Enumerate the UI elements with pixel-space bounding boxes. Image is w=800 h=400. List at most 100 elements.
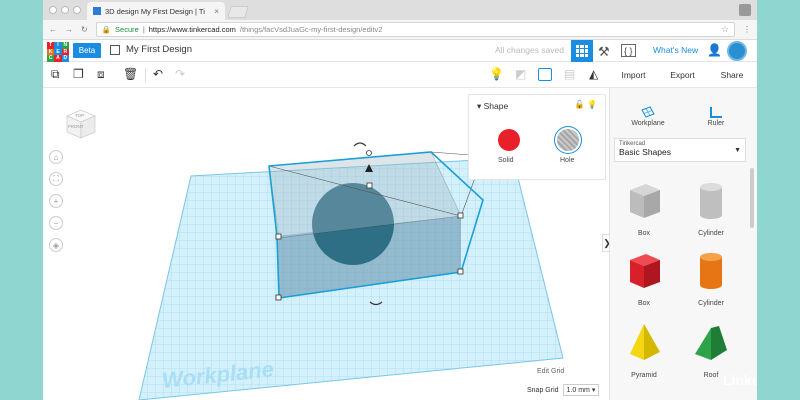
trash-icon[interactable]: 🗑: [123, 67, 138, 81]
lock-icon[interactable]: 🔓: [575, 100, 585, 109]
box-solid-icon: [630, 254, 660, 288]
app-header: T I N K E R C A D Beta My First Design A…: [43, 40, 757, 62]
address-bar: ← → ↻ 🔒 Secure | https://www.tinkercad.c…: [43, 20, 757, 40]
maximize-window-button[interactable]: [73, 6, 81, 14]
share-button[interactable]: Share: [707, 67, 757, 83]
tinkercad-logo[interactable]: T I N K E R C A D: [47, 42, 69, 62]
forward-arrow-icon[interactable]: →: [65, 25, 73, 34]
copy-icon[interactable]: ⧉: [51, 67, 60, 82]
linkedin-watermark: Linkedin: [723, 372, 757, 388]
note-icon[interactable]: ◩: [515, 67, 526, 81]
resize-handle: [275, 233, 282, 240]
tab-strip: 3D design My First Design | Ti ×: [43, 0, 757, 20]
ruler-tool-icon[interactable]: [709, 106, 723, 118]
hole-swatch[interactable]: [557, 129, 579, 151]
logo-letter: C: [47, 55, 55, 62]
tab-title: 3D design My First Design | Ti: [105, 6, 205, 16]
shape-name: Pyramid: [631, 372, 657, 379]
shape-cylinder-hole[interactable]: Cylinder: [686, 178, 736, 237]
duplicate-icon[interactable]: ⧈: [97, 67, 105, 82]
watermark-linked: Linked: [723, 372, 757, 388]
inspector-icons: 🔓 💡: [575, 100, 597, 109]
hole-label: Hole: [560, 157, 575, 164]
new-tab-button[interactable]: [227, 6, 249, 18]
shape-name: Cylinder: [698, 230, 724, 237]
back-arrow-icon[interactable]: ←: [49, 25, 57, 34]
view-cube-front-label: FRONT: [68, 124, 84, 129]
cylinder-hole-icon: [700, 183, 722, 219]
snap-grid-label: Snap Grid: [527, 386, 559, 394]
edit-toolbar: ⧉ ❐ ⧈ 🗑 ↶ ↷ 💡 ◩ ▤ ◭ Import Export Share: [43, 62, 757, 88]
view-cube-top-label: TOP: [75, 113, 84, 118]
light-bulb-icon[interactable]: 💡: [587, 100, 597, 109]
snap-grid-control: Snap Grid 1.0 mm ▾: [527, 384, 600, 396]
design-list-icon[interactable]: [110, 45, 120, 55]
view-cube-shape: TOP FRONT: [66, 109, 96, 139]
bookmark-star-icon[interactable]: ☆: [721, 24, 729, 35]
url-path: /things/facVsdJuaGc-my-first-design/edit…: [239, 25, 383, 34]
zoom-out-icon[interactable]: −: [49, 216, 63, 230]
tab-close-icon[interactable]: ×: [214, 7, 219, 16]
home-view-icon[interactable]: ⌂: [49, 150, 63, 164]
ruler-tool-label[interactable]: Ruler: [691, 120, 741, 127]
whats-new-link[interactable]: What's New: [653, 45, 698, 55]
resize-handle: [275, 294, 282, 301]
logo-letter: E: [54, 48, 62, 56]
shape-box-hole[interactable]: Box: [619, 178, 669, 237]
3d-view-button[interactable]: [571, 40, 593, 62]
shapes-panel: Workplane Ruler Tinkercad Basic Shapes ▼…: [609, 88, 757, 400]
snap-grid-select[interactable]: 1.0 mm ▾: [562, 384, 600, 396]
paste-icon[interactable]: ❐: [73, 67, 84, 81]
lock-icon: 🔒: [101, 25, 112, 34]
mirror-icon[interactable]: ◭: [589, 67, 598, 81]
shape-name: Box: [637, 230, 651, 237]
edit-grid-link[interactable]: Edit Grid: [537, 368, 564, 375]
avatar[interactable]: [727, 41, 747, 61]
resize-handle: [457, 268, 464, 275]
close-window-button[interactable]: [49, 6, 57, 14]
design-title[interactable]: My First Design: [126, 44, 192, 55]
url-input[interactable]: 🔒 Secure | https://www.tinkercad.com/thi…: [95, 22, 735, 37]
view-cube[interactable]: TOP FRONT: [63, 106, 96, 139]
shape-roof[interactable]: Roof: [686, 320, 736, 379]
browser-tab[interactable]: 3D design My First Design | Ti ×: [87, 2, 225, 20]
group-button[interactable]: [538, 68, 552, 81]
undo-icon[interactable]: ↶: [153, 67, 163, 81]
fit-view-icon[interactable]: ⛶: [49, 172, 63, 186]
resize-handle: [457, 212, 464, 219]
url-separator: |: [142, 25, 145, 34]
ortho-view-icon[interactable]: ◈: [49, 238, 63, 252]
3d-viewport[interactable]: Workplane TOP FRONT ⌂ ⛶ + − ◈ ▾ Shape 🔓 …: [43, 88, 609, 400]
logo-letter: T: [47, 42, 55, 49]
light-bulb-icon[interactable]: 💡: [489, 67, 504, 81]
import-button[interactable]: Import: [609, 67, 658, 83]
rotate-top-icon: [353, 142, 367, 147]
logo-letter: R: [61, 48, 69, 56]
reload-icon[interactable]: ↻: [81, 25, 88, 34]
browser-menu-icon[interactable]: ⋮: [743, 25, 751, 34]
codeblocks-button[interactable]: { }: [621, 44, 636, 57]
add-user-icon[interactable]: 👤: [707, 43, 722, 57]
redo-icon[interactable]: ↷: [175, 67, 185, 81]
chevron-down-icon: ▼: [734, 147, 741, 154]
minimize-window-button[interactable]: [61, 6, 69, 14]
save-status: All changes saved: [495, 45, 564, 55]
export-button[interactable]: Export: [658, 67, 707, 83]
zoom-in-icon[interactable]: +: [49, 194, 63, 208]
shape-box-solid[interactable]: Box: [619, 248, 669, 307]
resize-handle: [366, 182, 373, 189]
inspector-heading[interactable]: ▾ Shape: [477, 101, 508, 112]
align-icon[interactable]: ▤: [564, 67, 575, 81]
shape-cylinder-solid[interactable]: Cylinder: [686, 248, 736, 307]
shape-pyramid[interactable]: Pyramid: [619, 320, 669, 379]
panel-scrollbar[interactable]: [750, 168, 754, 228]
solid-swatch[interactable]: [498, 129, 520, 151]
solid-label: Solid: [498, 157, 514, 164]
workplane-tool-icon[interactable]: [641, 106, 655, 118]
beta-badge: Beta: [73, 43, 101, 58]
browser-profile-icon[interactable]: [739, 4, 751, 16]
build-hammer-icon[interactable]: ⚒: [598, 44, 610, 60]
panel-collapse-chevron-icon[interactable]: ❯: [602, 234, 609, 252]
workplane-tool-label[interactable]: Workplane: [623, 120, 673, 127]
shape-library-select[interactable]: Tinkercad Basic Shapes ▼: [614, 138, 746, 162]
